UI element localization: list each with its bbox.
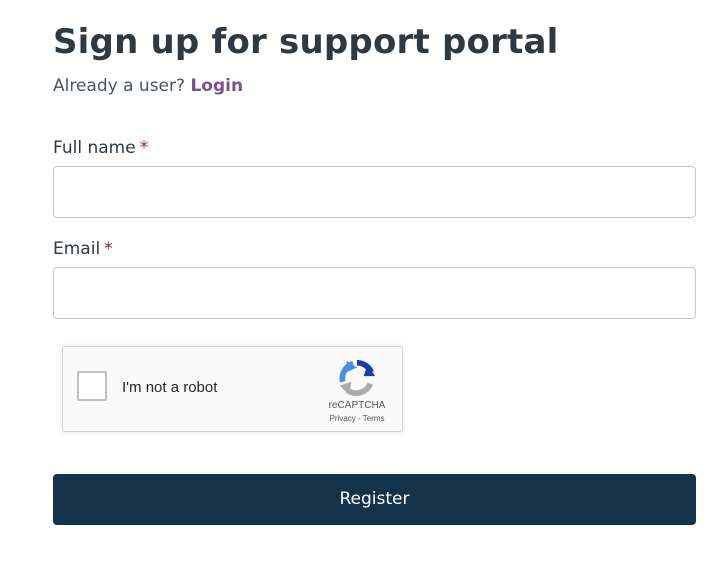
required-indicator: * bbox=[104, 239, 113, 259]
full-name-input[interactable] bbox=[53, 166, 696, 218]
page-title: Sign up for support portal bbox=[53, 22, 559, 62]
full-name-label: Full name * bbox=[53, 137, 148, 159]
recaptcha-links: Privacy - Terms bbox=[315, 413, 399, 424]
recaptcha-logo-icon bbox=[339, 359, 376, 396]
recaptcha-checkbox-label: I'm not a robot bbox=[122, 379, 218, 396]
register-button[interactable]: Register bbox=[53, 474, 696, 525]
recaptcha-privacy-link[interactable]: Privacy bbox=[330, 414, 356, 423]
recaptcha-link-separator: - bbox=[355, 414, 363, 423]
required-indicator: * bbox=[139, 138, 149, 158]
recaptcha-widget: I'm not a robot reCAPTCHA Privacy - Term… bbox=[62, 346, 403, 432]
login-prompt: Already a user? Login bbox=[53, 74, 243, 98]
email-label: Email * bbox=[53, 238, 113, 260]
login-link[interactable]: Login bbox=[190, 76, 243, 96]
email-input[interactable] bbox=[53, 267, 696, 319]
recaptcha-brand: reCAPTCHA bbox=[328, 400, 386, 411]
recaptcha-terms-link[interactable]: Terms bbox=[363, 414, 385, 423]
email-label-text: Email bbox=[53, 239, 101, 259]
full-name-label-text: Full name bbox=[53, 138, 136, 158]
existing-user-text: Already a user? bbox=[53, 76, 186, 96]
recaptcha-checkbox[interactable] bbox=[77, 371, 107, 401]
